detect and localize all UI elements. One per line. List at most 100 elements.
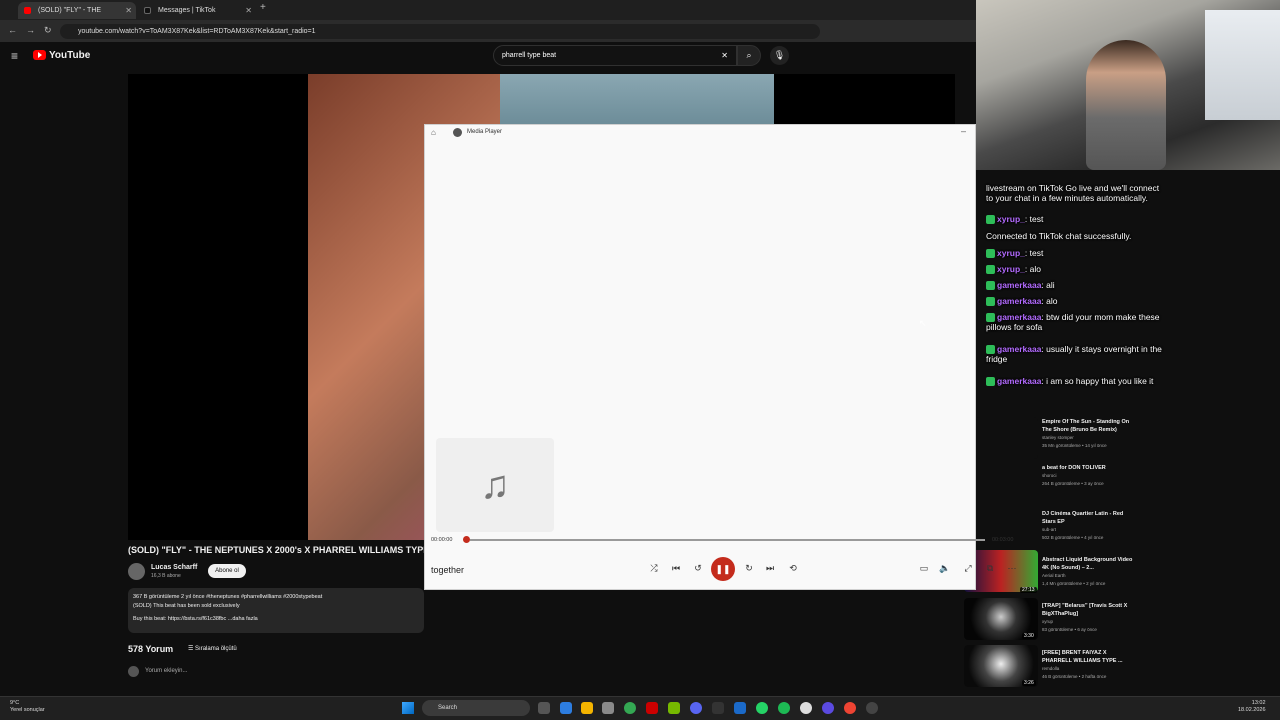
search-button[interactable]: ⌕ (737, 45, 761, 66)
youtube-logo[interactable]: YouTube (33, 50, 90, 61)
subscribe-button[interactable]: Abone ol (208, 564, 246, 578)
video-duration: 3:26 (1022, 680, 1036, 686)
whatsapp-icon[interactable] (756, 702, 768, 714)
channel-avatar[interactable] (128, 563, 145, 580)
comments-count: 578 Yorum (128, 644, 174, 654)
seek-bar[interactable] (470, 539, 985, 541)
media-player-taskbar-icon[interactable] (866, 702, 878, 714)
nvidia-icon[interactable] (668, 702, 680, 714)
video-title: (SOLD) "FLY" - THE NEPTUNES X 2000's X P… (128, 545, 424, 555)
search-input[interactable]: pharrell type beat ✕ (493, 45, 737, 66)
app-icon[interactable] (800, 702, 812, 714)
shuffle-icon[interactable]: ⤮ (648, 563, 660, 574)
taskbar (0, 696, 1280, 720)
media-player-logo-icon (453, 128, 462, 137)
youtube-favicon-icon (24, 7, 31, 14)
tab-label: Messages | TikTok (158, 7, 216, 14)
tiktok-favicon-icon (144, 7, 151, 14)
webcam-window-background (1205, 10, 1280, 120)
chat-message: Connected to TikTok chat successfully. (986, 231, 1132, 241)
seek-thumb[interactable] (463, 536, 470, 543)
music-note-icon: ♫ (436, 438, 554, 532)
related-video-item[interactable]: Empire Of The Sun - Standing On The Shor… (1042, 418, 1137, 450)
related-video-item[interactable]: Abstract Liquid Background Video 4K (No … (1042, 556, 1137, 588)
weather-widget[interactable]: 9°C Yerel sonuçlar (10, 700, 45, 714)
mini-player-icon[interactable]: ⧉ (984, 563, 996, 574)
capcut-icon[interactable] (712, 702, 724, 714)
start-button-icon[interactable] (402, 702, 414, 714)
channel-subscribers: 16,3 B abone (151, 573, 181, 579)
song-title: together (431, 565, 465, 575)
channel-name[interactable]: Lucas Scharff (151, 564, 197, 571)
chat-message: gamerkaaa: ali (986, 280, 1166, 291)
discord-icon[interactable] (690, 702, 702, 714)
back-icon[interactable]: ← (8, 25, 17, 35)
tab-tiktok[interactable]: Messages | TikTok ✕ (138, 2, 256, 19)
chrome-icon[interactable] (624, 702, 636, 714)
close-tab-icon[interactable]: ✕ (125, 2, 132, 19)
spotify-icon[interactable] (778, 702, 790, 714)
mic-icon[interactable]: 🎙 (770, 46, 789, 65)
badge-icon (986, 249, 995, 259)
current-time: 00:00:00 (431, 537, 453, 543)
sort-comments-button[interactable]: ☰ Sıralama ölçütü (188, 645, 237, 652)
obs-icon[interactable] (822, 702, 834, 714)
app-icon[interactable] (646, 702, 658, 714)
next-icon[interactable]: ⏭ (764, 563, 776, 574)
badge-icon (986, 313, 995, 323)
previous-icon[interactable]: ⏮ (670, 563, 682, 574)
clear-search-icon[interactable]: ✕ (721, 46, 728, 65)
close-icon[interactable]: – (961, 126, 966, 136)
app-icon[interactable] (844, 702, 856, 714)
rewind-10-icon[interactable]: ↺ (692, 563, 704, 574)
close-tab-icon[interactable]: ✕ (245, 2, 252, 19)
url-text: youtube.com/watch?v=ToAM3X87Kek&list=RDT… (78, 28, 316, 35)
chat-message: gamerkaaa: alo (986, 296, 1166, 307)
captions-icon[interactable]: ▭ (918, 563, 930, 574)
related-video-item[interactable]: [FREE] BRENT FAIYAZ X PHARRELL WILLIAMS … (1042, 649, 1137, 681)
duration: 00:03:00 (992, 537, 1014, 543)
chat-message: livestream on TikTok Go live and we'll c… (986, 183, 1160, 203)
app-icon[interactable] (734, 702, 746, 714)
file-explorer-icon[interactable] (581, 702, 593, 714)
pause-button[interactable]: ❚❚ (711, 557, 735, 581)
desc-link[interactable]: Buy this beat: https://bsta.rs/f61c38fbc… (133, 615, 419, 624)
taskbar-search[interactable]: Search (422, 700, 530, 716)
copilot-icon[interactable] (560, 702, 572, 714)
comment-input[interactable]: Yorum ekleyin... (145, 668, 187, 674)
media-player-title: Media Player (467, 129, 503, 135)
chat-message: gamerkaaa: usually it stays overnight in… (986, 344, 1162, 365)
tab-youtube[interactable]: (SOLD) "FLY" - THE NEPTUNES ✕ (18, 2, 136, 31)
chat-message: xyrup_: test (986, 248, 1166, 259)
desc-line: (SOLD) This beat has been sold exclusive… (133, 603, 240, 609)
video-frame-sky (500, 74, 774, 124)
repeat-icon[interactable]: ⟲ (787, 563, 799, 574)
badge-icon (986, 215, 995, 225)
home-icon[interactable]: ⌂ (431, 128, 436, 137)
chat-message: xyrup_: test (986, 214, 1166, 225)
search-value: pharrell type beat (502, 52, 557, 59)
menu-icon[interactable]: ≡ (11, 49, 18, 63)
task-view-icon[interactable] (538, 702, 550, 714)
clock[interactable]: 13:02 18.02.2026 (1238, 700, 1266, 714)
video-description[interactable]: 367 B görüntüleme 2 yıl önce #theneptune… (128, 588, 424, 633)
video-duration: 3:30 (1022, 633, 1036, 639)
store-icon[interactable] (602, 702, 614, 714)
new-tab-icon[interactable]: + (260, 2, 266, 13)
related-video-item[interactable]: [TRAP] "Belarus" [Travis Scott X BigXTha… (1042, 602, 1137, 634)
mouse-cursor-icon: ↖ (919, 318, 927, 328)
reload-icon[interactable]: ↻ (44, 25, 52, 36)
forward-icon[interactable]: → (26, 25, 35, 35)
fullscreen-icon[interactable]: ⤢ (962, 563, 974, 574)
badge-icon (986, 345, 995, 355)
badge-icon (986, 265, 995, 275)
forward-30-icon[interactable]: ↻ (743, 563, 755, 574)
related-video-item[interactable]: DJ Cinéma Quartier Latin - Red Stars EP … (1042, 510, 1137, 542)
badge-icon (986, 297, 995, 307)
related-video-item[interactable]: a beat for DON TOLIVER shoroci 264 B gör… (1042, 464, 1137, 488)
volume-icon[interactable]: 🔈 (939, 563, 951, 574)
more-options-icon[interactable]: ⋯ (1006, 563, 1018, 574)
url-input[interactable]: youtube.com/watch?v=ToAM3X87Kek&list=RDT… (60, 24, 820, 39)
video-thumbnail[interactable] (976, 417, 1038, 459)
search-icon: ⌕ (746, 50, 752, 60)
